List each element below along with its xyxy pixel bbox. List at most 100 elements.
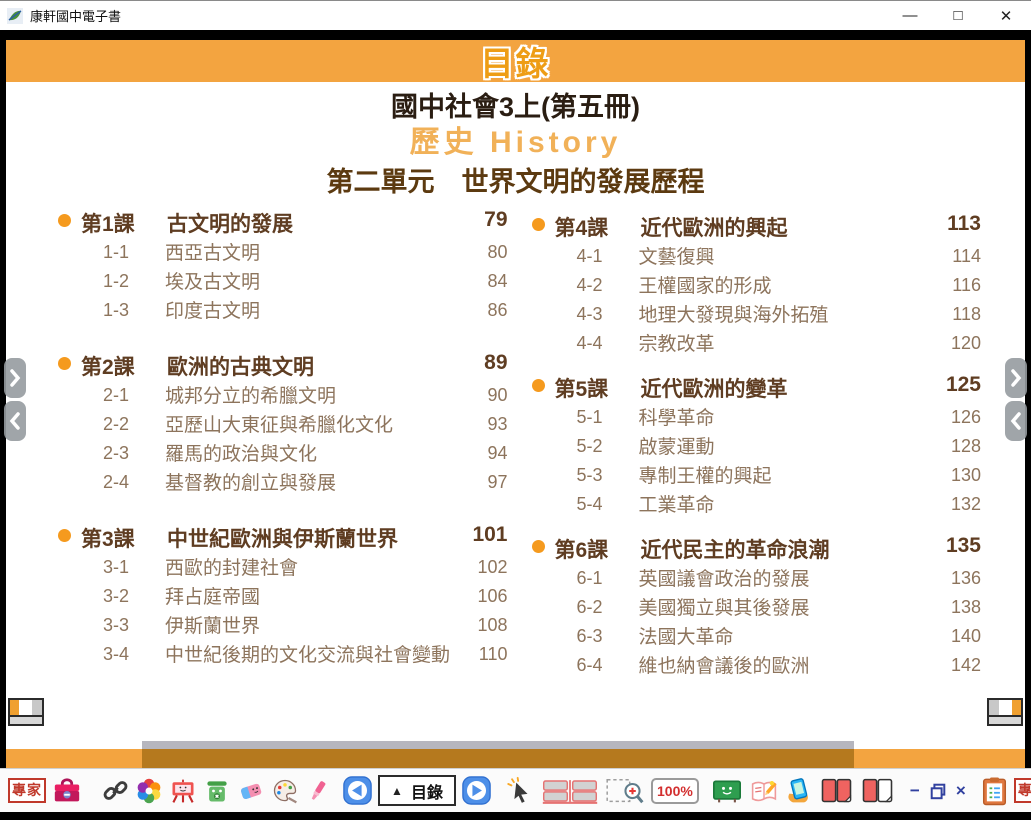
lesson-entry[interactable]: 第2課歐洲的古典文明89	[58, 351, 508, 383]
section-title: 拜占庭帝國	[153, 584, 456, 611]
section-number: 3-2	[103, 584, 153, 607]
section-entry[interactable]: 4-3地理大發現與海外拓殖118	[532, 302, 982, 331]
section-entry[interactable]: 6-1英國議會政治的發展136	[532, 566, 982, 595]
lesson-block: 第3課中世紀歐洲與伊斯蘭世界1013-1西歐的封建社會1023-2拜占庭帝國10…	[58, 523, 508, 671]
single-page-view-icon[interactable]	[860, 777, 895, 805]
mobile-share-icon[interactable]	[785, 777, 813, 805]
section-page-number: 118	[929, 302, 981, 325]
toolbox-icon[interactable]	[52, 776, 82, 806]
section-entry[interactable]: 1-1西亞古文明80	[58, 240, 508, 269]
open-book-icon[interactable]	[541, 776, 599, 806]
flip-corner-left-icon[interactable]	[8, 698, 44, 726]
hyperlink-icon[interactable]	[102, 777, 129, 804]
section-entry[interactable]: 3-4中世紀後期的文化交流與社會變動110	[58, 642, 508, 671]
section-entry[interactable]: 4-1文藝復興114	[532, 244, 982, 273]
app-restore-icon[interactable]	[929, 782, 947, 800]
section-number: 5-2	[577, 434, 627, 457]
section-entry[interactable]: 5-3專制王權的興起130	[532, 463, 982, 492]
section-page-number: 136	[929, 566, 981, 589]
lesson-entry[interactable]: 第6課近代民主的革命浪潮135	[532, 534, 982, 566]
expert-mode-button[interactable]: 專家	[8, 778, 46, 803]
unit-title: 第二單元 世界文明的發展歷程	[6, 165, 1025, 199]
section-title: 文藝復興	[627, 244, 930, 271]
section-entry[interactable]: 3-2拜占庭帝國106	[58, 584, 508, 613]
color-wheel-icon[interactable]	[135, 777, 163, 805]
nav-expand-right-icon[interactable]	[4, 358, 26, 398]
next-page-button[interactable]	[462, 776, 491, 805]
section-title: 基督教的創立與發展	[153, 470, 456, 497]
section-entry[interactable]: 4-2王權國家的形成116	[532, 273, 982, 302]
section-page-number: 90	[456, 383, 508, 406]
eraser-icon[interactable]	[237, 777, 265, 805]
bullet-icon	[532, 379, 545, 392]
section-entry[interactable]: 3-3伊斯蘭世界108	[58, 613, 508, 642]
subject-line: 歷史 History	[6, 124, 1025, 162]
lesson-block: 第1課古文明的發展791-1西亞古文明801-2埃及古文明841-3印度古文明8…	[58, 208, 508, 327]
section-entry[interactable]: 2-1城邦分立的希臘文明90	[58, 383, 508, 412]
page-selector-label: 目錄	[411, 779, 443, 803]
lesson-number: 第4課	[555, 212, 627, 242]
section-entry[interactable]: 2-3羅馬的政治與文化94	[58, 441, 508, 470]
section-title: 中世紀後期的文化交流與社會變動	[153, 642, 456, 669]
expert-mode-button[interactable]: 專家	[1014, 778, 1031, 803]
nav-collapse-left-icon[interactable]	[1005, 401, 1027, 441]
up-triangle-icon[interactable]: ▲	[391, 784, 403, 798]
section-entry[interactable]: 1-3印度古文明86	[58, 298, 508, 327]
lesson-entry[interactable]: 第4課近代歐洲的興起113	[532, 212, 982, 244]
section-entry[interactable]: 5-1科學革命126	[532, 405, 982, 434]
page-title: 目錄	[481, 37, 551, 85]
lesson-block: 第5課近代歐洲的變革1255-1科學革命1265-2啟蒙運動1285-3專制王權…	[532, 373, 982, 521]
section-entry[interactable]: 6-4維也納會議後的歐洲142	[532, 653, 982, 682]
section-entry[interactable]: 4-4宗教改革120	[532, 331, 982, 360]
zoom-level-button[interactable]: 100%	[651, 778, 699, 804]
section-entry[interactable]: 1-2埃及古文明84	[58, 269, 508, 298]
two-page-view-icon[interactable]	[819, 777, 854, 805]
scrollbar-thumb[interactable]	[142, 741, 854, 749]
app-close-icon[interactable]: ×	[953, 781, 969, 801]
bullet-icon	[58, 529, 71, 542]
nav-expand-right-icon[interactable]	[1005, 358, 1027, 398]
bottom-orange-bar	[6, 749, 1025, 768]
section-entry[interactable]: 5-2啟蒙運動128	[532, 434, 982, 463]
maximize-window-icon[interactable]: □	[949, 7, 967, 24]
prev-page-button[interactable]	[343, 776, 372, 805]
palette-icon[interactable]	[271, 777, 299, 805]
pointer-icon[interactable]	[505, 776, 535, 806]
section-title: 美國獨立與其後發展	[627, 595, 930, 622]
section-entry[interactable]: 3-1西歐的封建社會102	[58, 555, 508, 584]
section-entry[interactable]: 6-3法國大革命140	[532, 624, 982, 653]
zoom-select-icon[interactable]	[605, 776, 645, 806]
lesson-entry[interactable]: 第5課近代歐洲的變革125	[532, 373, 982, 405]
section-entry[interactable]: 2-2亞歷山大東征與希臘化文化93	[58, 412, 508, 441]
minimize-window-icon[interactable]: —	[901, 7, 919, 24]
section-page-number: 132	[929, 492, 981, 515]
lesson-entry[interactable]: 第1課古文明的發展79	[58, 208, 508, 240]
app-minimize-icon[interactable]: −	[907, 781, 923, 801]
section-entry[interactable]: 2-4基督教的創立與發展97	[58, 470, 508, 499]
clipboard-notes-icon[interactable]	[981, 776, 1008, 806]
section-number: 1-2	[103, 269, 153, 292]
section-number: 2-3	[103, 441, 153, 464]
section-page-number: 108	[456, 613, 508, 636]
section-page-number: 102	[456, 555, 508, 578]
page-selector[interactable]: ▲ 目錄	[378, 775, 456, 806]
section-page-number: 94	[456, 441, 508, 464]
lesson-title: 中世紀歐洲與伊斯蘭世界	[153, 523, 456, 553]
lesson-entry[interactable]: 第3課中世紀歐洲與伊斯蘭世界101	[58, 523, 508, 555]
close-window-icon[interactable]: ✕	[997, 7, 1015, 25]
highlighter-icon[interactable]	[305, 777, 331, 805]
book-title: 國中社會3上(第五冊)	[6, 91, 1025, 124]
section-entry[interactable]: 6-2美國獨立與其後發展138	[532, 595, 982, 624]
trash-robot-icon[interactable]	[203, 777, 231, 805]
page-header: 目錄	[6, 40, 1025, 82]
flip-corner-right-icon[interactable]	[987, 698, 1023, 726]
section-title: 宗教改革	[627, 331, 930, 358]
blackboard-icon[interactable]	[711, 777, 743, 805]
nav-collapse-left-icon[interactable]	[4, 401, 26, 441]
section-title: 伊斯蘭世界	[153, 613, 456, 640]
workbook-icon[interactable]	[749, 777, 779, 805]
easel-icon[interactable]	[169, 777, 197, 805]
section-entry[interactable]: 5-4工業革命132	[532, 492, 982, 521]
section-title: 維也納會議後的歐洲	[627, 653, 930, 680]
lesson-block: 第2課歐洲的古典文明892-1城邦分立的希臘文明902-2亞歷山大東征與希臘化文…	[58, 351, 508, 499]
